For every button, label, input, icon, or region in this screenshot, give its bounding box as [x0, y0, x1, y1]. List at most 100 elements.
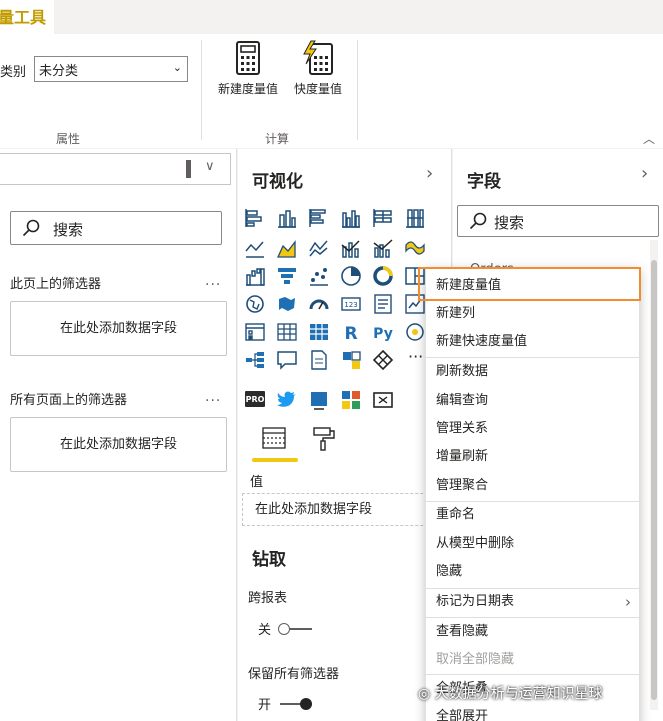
- map-icon[interactable]: [244, 293, 266, 315]
- menu-item-refresh-data[interactable]: 刷新数据: [426, 358, 641, 386]
- menu-item-mark-as-date-table[interactable]: 标记为日期表 ›: [426, 588, 641, 616]
- r-script-visual-icon[interactable]: R: [340, 321, 362, 343]
- paginated-report-icon[interactable]: [308, 389, 330, 411]
- ribbon-tab-label: 度量工具: [0, 8, 47, 27]
- line-and-stacked-column-icon[interactable]: [340, 237, 362, 259]
- cross-report-toggle[interactable]: 关: [258, 619, 312, 638]
- fields-search-placeholder: 搜索: [494, 214, 525, 232]
- keep-filters-toggle[interactable]: 开: [258, 694, 312, 713]
- ribbon-tab-measure-tools[interactable]: 度量工具: [0, 0, 54, 34]
- menu-item-view-hidden[interactable]: 查看隐藏: [426, 618, 641, 646]
- search-icon: [22, 219, 40, 237]
- format-paint-roller-icon[interactable]: [310, 425, 338, 453]
- clustered-column-chart-icon[interactable]: [340, 207, 362, 229]
- svg-text:PRO: PRO: [246, 395, 265, 404]
- fields-scrollbar-thumb[interactable]: [651, 260, 657, 700]
- menu-item-delete-from-model[interactable]: 从模型中删除: [426, 530, 641, 558]
- page-filters-more-button[interactable]: ...: [205, 273, 221, 289]
- menu-item-rename[interactable]: 重命名: [426, 501, 641, 529]
- filled-map-icon[interactable]: [276, 293, 298, 315]
- calculations-group-label: 计算: [265, 132, 290, 146]
- stacked-bar-chart-icon[interactable]: [244, 207, 266, 229]
- data-category-label: 数据类别: [0, 65, 27, 80]
- drillthrough-title: 钻取: [252, 550, 286, 570]
- stacked-column-chart-icon[interactable]: [276, 207, 298, 229]
- stacked-area-chart-icon[interactable]: [308, 237, 330, 259]
- key-influencers-icon[interactable]: [340, 349, 362, 371]
- menu-item-new-column[interactable]: 新建列: [426, 300, 641, 328]
- ribbon-chart-icon[interactable]: [404, 237, 426, 259]
- highlight-box: [418, 267, 641, 301]
- new-measure-label: 新建度量值: [217, 82, 278, 96]
- menu-item-hide[interactable]: 隐藏: [426, 558, 641, 586]
- cross-report-label: 跨报表: [248, 591, 288, 606]
- page-filters-drop-well[interactable]: 在此处添加数据字段: [10, 301, 227, 356]
- watermark-text: 大数据分析与运营知识星球: [434, 686, 603, 702]
- menu-item-new-quick-measure[interactable]: 新建快速度量值: [426, 328, 641, 356]
- power-apps-icon[interactable]: [372, 349, 394, 371]
- all-pages-filters-drop-well[interactable]: 在此处添加数据字段: [10, 417, 227, 472]
- cross-report-state: 关: [258, 623, 272, 638]
- python-visual-icon[interactable]: Py: [372, 321, 394, 343]
- chevron-right-icon: ›: [625, 593, 631, 611]
- 100-stacked-bar-chart-icon[interactable]: [372, 207, 394, 229]
- toggle-knob: [278, 623, 290, 635]
- custom-visual-grid-icon[interactable]: [340, 389, 362, 411]
- keep-filters-label: 保留所有筛选器: [248, 667, 340, 682]
- clustered-bar-chart-icon[interactable]: [308, 207, 330, 229]
- decomposition-tree-icon[interactable]: [244, 349, 266, 371]
- value-drop-well[interactable]: 在此处添加数据字段: [242, 493, 438, 526]
- multi-row-card-icon[interactable]: [372, 293, 394, 315]
- filters-search-input[interactable]: 搜索: [10, 211, 222, 245]
- line-chart-icon[interactable]: [244, 237, 266, 259]
- chevron-right-icon[interactable]: ›: [641, 163, 648, 184]
- waterfall-chart-icon[interactable]: [244, 265, 266, 287]
- properties-group-label: 属性: [56, 132, 81, 146]
- arcgis-map-icon[interactable]: [404, 321, 426, 343]
- collapse-ribbon-icon[interactable]: ︿: [643, 130, 655, 147]
- mark-as-date-table-label: 标记为日期表: [436, 594, 515, 609]
- menu-item-manage-aggregations[interactable]: 管理聚合: [426, 472, 641, 500]
- menu-item-expand-all[interactable]: 全部展开: [426, 703, 641, 721]
- power-automate-pro-icon[interactable]: PRO: [244, 389, 266, 411]
- fields-tab-icon[interactable]: [260, 425, 288, 453]
- 100-stacked-column-chart-icon[interactable]: [404, 207, 426, 229]
- funnel-chart-icon[interactable]: [276, 265, 298, 287]
- table-icon[interactable]: [276, 321, 298, 343]
- filters-pane: ∨ 搜索 此页上的筛选器 ... 在此处添加数据字段 所有页面上的筛选器 ...…: [0, 149, 237, 721]
- gauge-icon[interactable]: [308, 293, 330, 315]
- close-box-visual-icon[interactable]: [372, 389, 394, 411]
- area-chart-icon[interactable]: [276, 237, 298, 259]
- fields-search-input[interactable]: 搜索: [457, 205, 659, 237]
- filter-pane-dropdown[interactable]: ∨: [0, 153, 231, 185]
- smart-narrative-icon[interactable]: [308, 349, 330, 371]
- ribbon-divider: [357, 40, 358, 140]
- more-visuals-button[interactable]: ···: [408, 347, 423, 366]
- card-icon[interactable]: 123: [340, 293, 362, 315]
- donut-chart-icon[interactable]: [372, 265, 394, 287]
- qa-visual-icon[interactable]: [276, 349, 298, 371]
- data-category-value: 未分类: [39, 64, 79, 79]
- active-tab-indicator: [252, 458, 298, 462]
- ribbon: 度量工具 数据类别 未分类 ⌄ 属性 新建度量值: [0, 0, 663, 148]
- keep-filters-state: 开: [258, 698, 272, 713]
- twitter-icon[interactable]: [276, 389, 298, 411]
- menu-item-incremental-refresh[interactable]: 增量刷新: [426, 443, 641, 471]
- all-pages-filters-more-button[interactable]: ...: [205, 389, 221, 405]
- menu-item-manage-relationships[interactable]: 管理关系: [426, 415, 641, 443]
- quick-measure-button[interactable]: 快度量值: [287, 40, 349, 102]
- slicer-icon[interactable]: [244, 321, 266, 343]
- svg-text:R: R: [344, 324, 357, 343]
- filters-search-placeholder: 搜索: [53, 221, 84, 239]
- data-category-select[interactable]: 未分类 ⌄: [34, 56, 188, 82]
- new-measure-button[interactable]: 新建度量值: [211, 40, 285, 102]
- menu-item-edit-query[interactable]: 编辑查询: [426, 387, 641, 415]
- matrix-icon[interactable]: [308, 321, 330, 343]
- pie-chart-icon[interactable]: [340, 265, 362, 287]
- page-filters-title: 此页上的筛选器: [10, 277, 102, 292]
- menu-item-unhide-all: 取消全部隐藏: [436, 652, 515, 667]
- chevron-right-icon[interactable]: ›: [426, 163, 433, 184]
- line-and-clustered-column-icon[interactable]: [372, 237, 394, 259]
- svg-text:123: 123: [344, 301, 357, 309]
- scatter-chart-icon[interactable]: [308, 265, 330, 287]
